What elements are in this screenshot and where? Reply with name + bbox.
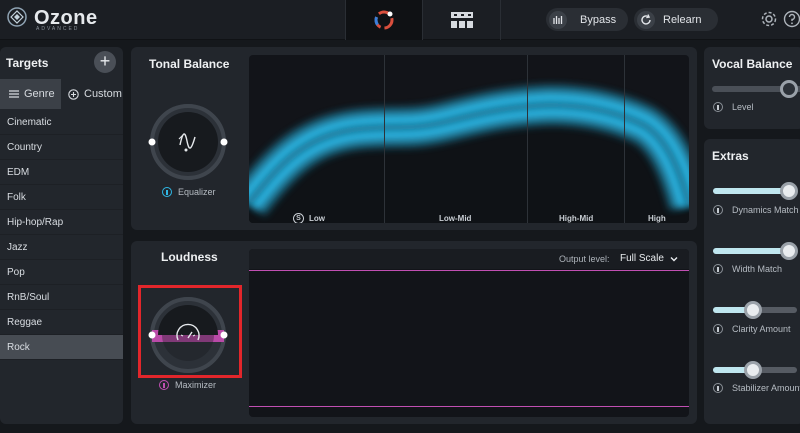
bypass-icon — [549, 10, 567, 29]
top-bar: Ozone ADVANCED Bypass Relearn — [0, 0, 800, 40]
loudness-title: Loudness — [161, 250, 218, 264]
equalizer-label: Equalizer — [178, 187, 216, 197]
tab-custom-label: Custom — [84, 88, 122, 100]
genre-item-selected[interactable]: Rock — [0, 335, 123, 360]
width-match-caption: Width Match — [713, 264, 782, 274]
output-level-bar: Output level: Full Scale — [249, 249, 689, 269]
relearn-button[interactable]: Relearn — [634, 8, 718, 31]
slider-thumb[interactable] — [780, 80, 798, 98]
tonal-balance-panel: Tonal Balance Equalizer S Low Low-Mid Hi… — [131, 47, 697, 230]
app-logo: Ozone ADVANCED — [6, 6, 97, 32]
genre-item[interactable]: Folk — [0, 185, 123, 210]
add-circle-icon — [68, 88, 79, 100]
width-match-slider[interactable] — [713, 242, 798, 260]
stabilizer-amount-slider[interactable] — [713, 361, 797, 379]
vocal-level-caption: Level — [713, 102, 754, 112]
power-icon[interactable] — [713, 264, 723, 274]
dynamics-match-slider[interactable] — [713, 182, 798, 200]
slider-fill — [713, 188, 789, 194]
chevron-down-icon[interactable] — [669, 254, 679, 264]
tonal-balance-title: Tonal Balance — [149, 57, 230, 71]
clarity-amount-caption: Clarity Amount — [713, 324, 791, 334]
output-level-label: Output level: — [559, 254, 610, 264]
dynamics-match-label: Dynamics Match — [732, 205, 799, 215]
relearn-label: Relearn — [663, 13, 702, 26]
loudness-lower-line — [249, 406, 689, 407]
band-low[interactable]: S Low — [293, 213, 325, 223]
loudness-upper-line — [249, 270, 689, 271]
solo-badge[interactable]: S — [293, 213, 304, 223]
genre-item[interactable]: Jazz — [0, 235, 123, 260]
band-divider — [384, 55, 385, 223]
equalizer-knob[interactable] — [143, 97, 233, 187]
list-icon — [9, 90, 19, 98]
power-icon[interactable] — [713, 324, 723, 334]
assistant-tab[interactable] — [345, 0, 423, 40]
power-icon — [162, 187, 172, 197]
power-icon[interactable] — [713, 205, 723, 215]
maximizer-caption[interactable]: Maximizer — [159, 380, 216, 390]
vocal-level-label: Level — [732, 102, 754, 112]
genre-item[interactable]: Country — [0, 135, 123, 160]
stabilizer-amount-label: Stabilizer Amount — [732, 383, 800, 393]
vocal-balance-title: Vocal Balance — [712, 57, 793, 71]
genre-item[interactable]: Pop — [0, 260, 123, 285]
slider-thumb[interactable] — [744, 361, 763, 379]
band-divider — [624, 55, 625, 223]
tab-genre[interactable]: Genre — [0, 79, 61, 109]
extras-panel: Extras Dynamics Match Width Match Clarit… — [704, 139, 800, 424]
slider-thumb[interactable] — [744, 301, 763, 319]
targets-title: Targets — [6, 56, 49, 70]
genre-item[interactable]: Hip-hop/Rap — [0, 210, 123, 235]
grid-view-icon — [450, 12, 473, 28]
genre-item[interactable]: RnB/Soul — [0, 285, 123, 310]
band-high-label[interactable]: High — [648, 214, 666, 223]
loudness-graph: Output level: Full Scale — [249, 249, 689, 417]
bypass-button[interactable]: Bypass — [546, 8, 628, 31]
power-icon — [159, 380, 169, 390]
band-divider — [527, 55, 528, 223]
dynamics-match-caption: Dynamics Match — [713, 205, 799, 215]
app-edition: ADVANCED — [36, 26, 80, 32]
slider-thumb[interactable] — [779, 242, 798, 260]
tab-custom[interactable]: Custom — [61, 79, 123, 109]
help-icon[interactable] — [783, 10, 800, 28]
width-match-label: Width Match — [732, 264, 783, 274]
add-target-button[interactable]: + — [94, 51, 116, 73]
equalizer-caption[interactable]: Equalizer — [162, 187, 216, 197]
maximizer-knob[interactable] — [143, 290, 233, 380]
genre-item[interactable]: Reggae — [0, 310, 123, 335]
band-low-label: Low — [309, 214, 325, 223]
slider-thumb[interactable] — [779, 182, 798, 200]
genre-list: Cinematic Country EDM Folk Hip-hop/Rap J… — [0, 110, 123, 360]
power-icon[interactable] — [713, 102, 723, 112]
power-icon[interactable] — [713, 383, 723, 393]
slider-fill — [713, 248, 789, 254]
relearn-icon — [637, 10, 655, 29]
band-high-mid-label[interactable]: High-Mid — [559, 214, 593, 223]
tonal-curve — [249, 84, 689, 223]
maximizer-label: Maximizer — [175, 380, 217, 390]
stabilizer-amount-caption: Stabilizer Amount — [713, 383, 800, 393]
tonal-balance-graph: S Low Low-Mid High-Mid High — [249, 55, 689, 223]
band-low-mid-label[interactable]: Low-Mid — [439, 214, 471, 223]
clarity-amount-slider[interactable] — [713, 301, 797, 319]
assistant-icon — [374, 10, 394, 30]
genre-item[interactable]: EDM — [0, 160, 123, 185]
tab-genre-label: Genre — [24, 88, 55, 100]
extras-title: Extras — [712, 149, 749, 163]
module-grid-tab[interactable] — [423, 0, 501, 40]
loudness-panel: Loudness Maximizer Output level: Full Sc… — [131, 241, 697, 424]
clarity-amount-label: Clarity Amount — [732, 324, 791, 334]
vocal-level-slider[interactable] — [712, 80, 800, 98]
targets-panel: Targets + Genre Custom Cinematic Country… — [0, 47, 123, 424]
output-level-select[interactable]: Full Scale — [620, 253, 664, 264]
settings-icon[interactable] — [760, 10, 778, 28]
ozone-logo-icon — [7, 7, 27, 27]
vocal-balance-panel: Vocal Balance Level — [704, 47, 800, 129]
bypass-label: Bypass — [580, 13, 617, 26]
genre-item[interactable]: Cinematic — [0, 110, 123, 135]
